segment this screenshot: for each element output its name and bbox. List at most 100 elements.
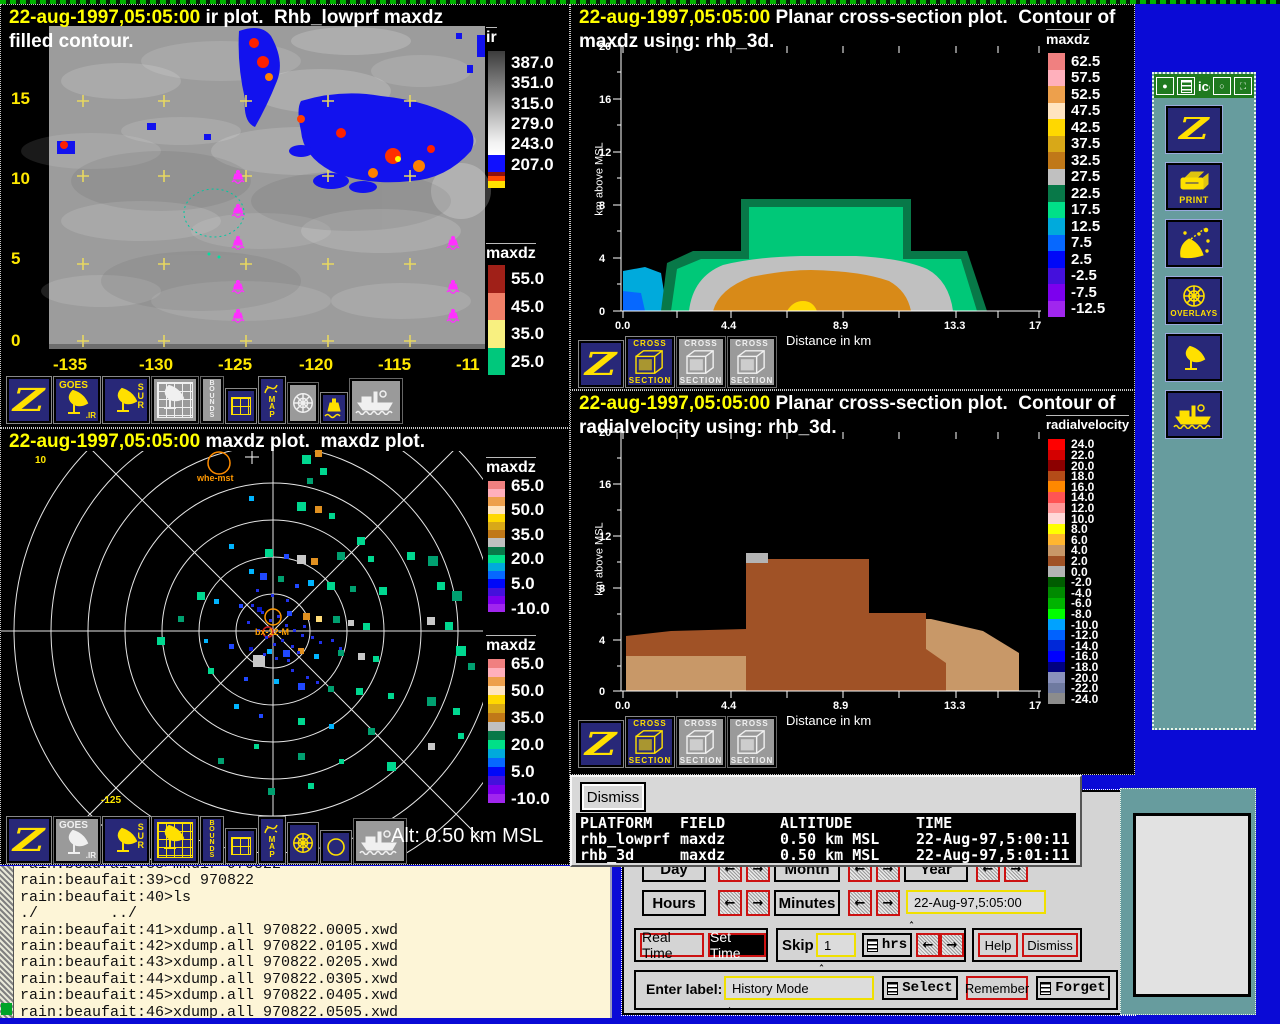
ir-maxdz-colorbar: maxdz55.045.035.025.0 — [484, 243, 570, 383]
hours-forward-button[interactable] — [746, 890, 770, 916]
toolbar-button-goes-goes[interactable]: GOES.IR — [54, 817, 100, 863]
toolbar-button-xsec-cross[interactable]: CROSSSECTION — [677, 717, 725, 767]
maxdz-cross-section-window: 22-aug-1997,05:05:00 Planar cross-sectio… — [570, 4, 1135, 390]
ir-window-toolbar: ZGOES.IRSUR BOUNDS MAP — [7, 377, 402, 423]
icon-button-print[interactable]: PRINT — [1166, 163, 1222, 210]
toolbar-button-zeb[interactable]: Z — [7, 817, 51, 863]
ir-colorbar: ir387.0351.0315.0279.0243.0207.0 — [484, 27, 570, 207]
remember-button[interactable]: Remember — [966, 976, 1028, 1000]
icon-toolbar-window: ● icon ○ ⛶ Z PRINT OVERLAYS — [1152, 72, 1256, 730]
axis-tick-label: 8.9 — [833, 700, 848, 712]
window-maximize-icon[interactable]: ⛶ — [1234, 77, 1252, 95]
icon-button-satellite[interactable] — [1166, 220, 1222, 267]
toolbar-button-sur-sur[interactable]: SUR — [103, 817, 149, 863]
skip-units-menu[interactable]: hrs — [862, 933, 912, 957]
axis-tick-label: 12 — [599, 531, 611, 543]
axis-tick-label: 15 — [11, 89, 30, 109]
axis-tick-label: 17 — [1029, 320, 1041, 332]
terminal-window[interactable]: rain:beaufait:38>mkdir 970822rain:beaufa… — [0, 866, 612, 1018]
axis-tick-label: 20 — [599, 41, 611, 53]
label-input[interactable]: History Mode — [724, 976, 874, 1000]
time-input[interactable]: 22-Aug-97,5:05:00 — [906, 890, 1046, 914]
window-menu-icon[interactable] — [1177, 77, 1195, 95]
toolbar-button-ship[interactable] — [350, 379, 402, 423]
axis-tick-label: -115 — [378, 355, 411, 375]
toolbar-button-xsec-cross[interactable]: CROSSSECTION — [626, 337, 674, 387]
select-menu-button[interactable]: Select — [882, 976, 958, 1000]
terminal-scrollbar[interactable] — [0, 866, 14, 1018]
xsec1-colorbar: maxdz62.557.552.547.542.537.532.527.522.… — [1044, 29, 1135, 329]
axis-tick-label: 16 — [599, 94, 611, 106]
toolbar-button-sur-sur[interactable]: SUR — [103, 377, 149, 423]
toolbar-button-grid[interactable] — [226, 389, 256, 423]
ir-plot-window: 22-aug-1997,05:05:00 ir plot. Rhb_lowprf… — [0, 4, 570, 428]
background-panel-window — [1120, 788, 1256, 1015]
toolbar-button-grid-dish[interactable] — [152, 377, 198, 423]
skip-forward-button[interactable] — [940, 933, 964, 957]
axis-tick-label: 4 — [599, 635, 605, 647]
toolbar-button-map-map[interactable]: MAP — [259, 377, 285, 423]
toolbar-button-gear[interactable] — [288, 383, 318, 423]
axis-tick-label: 17 — [1029, 700, 1041, 712]
window-iconify-icon[interactable]: ○ — [1213, 77, 1231, 95]
axis-tick-label: -130 — [139, 355, 173, 375]
xsec2-toolbar: ZCROSSSECTIONCROSSSECTIONCROSSSECTION — [579, 717, 776, 767]
axis-tick-label: 4 — [599, 253, 605, 265]
ppi-maxdz-colorbar-2: maxdz65.050.035.020.05.0-10.0 — [484, 635, 570, 825]
icon-button-radar-dish[interactable] — [1166, 334, 1222, 381]
axis-tick-label: -120 — [299, 355, 333, 375]
dismiss-button[interactable]: Dismiss — [580, 782, 646, 812]
axis-tick-label: 4.4 — [721, 320, 736, 332]
toolbar-button-zeb[interactable]: Z — [579, 721, 623, 767]
xsec2-colorbar: radialvelocity24.022.020.018.016.014.012… — [1044, 415, 1135, 715]
skip-back-button[interactable] — [916, 933, 940, 957]
platform-table-row: rhb_3dmaxdz0.50 km MSL22-Aug-97,5:01:11 — [580, 847, 1076, 863]
toolbar-button-goes-goes[interactable]: GOES.IR — [54, 377, 100, 423]
real-time-button[interactable]: Real Time — [640, 933, 704, 957]
toolbar-button-grid[interactable] — [226, 829, 256, 863]
icon-button-ship[interactable] — [1166, 391, 1222, 438]
toolbar-button-buoy[interactable] — [321, 393, 347, 423]
dismiss-button[interactable]: Dismiss — [1022, 933, 1078, 957]
plot-timestamp: 22-aug-1997,05:05:00 — [579, 7, 770, 28]
toolbar-button-gear[interactable] — [288, 823, 318, 863]
toolbar-button-map-map[interactable]: MAP — [259, 817, 285, 863]
icon-window-title: icon — [1198, 79, 1210, 94]
axis-tick-label: 5 — [11, 249, 20, 269]
toolbar-button-xsec-cross[interactable]: CROSSSECTION — [728, 717, 776, 767]
icon-button-zeb[interactable]: Z — [1166, 106, 1222, 153]
minutes-button[interactable]: Minutes — [774, 890, 840, 916]
axis-tick-label: 0 — [599, 306, 605, 318]
minutes-forward-button[interactable] — [876, 890, 900, 916]
axis-tick-label: 16 — [599, 479, 611, 491]
toolbar-button-circle[interactable] — [321, 831, 351, 863]
forget-menu-button[interactable]: Forget — [1036, 976, 1110, 1000]
plot-timestamp: 22-aug-1997,05:05:00 — [9, 7, 200, 28]
radialvelocity-cross-section-window: 22-aug-1997,05:05:00 Planar cross-sectio… — [570, 390, 1135, 775]
toolbar-button-xsec-cross[interactable]: CROSSSECTION — [677, 337, 725, 387]
toolbar-button-xsec-cross[interactable]: CROSSSECTION — [728, 337, 776, 387]
axis-tick-label: 10 — [11, 169, 30, 189]
toolbar-button-xsec-cross[interactable]: CROSSSECTION — [626, 717, 674, 767]
toolbar-button-bounds-bounds[interactable]: BOUNDS — [201, 817, 223, 863]
minutes-back-button[interactable] — [848, 890, 872, 916]
altitude-label: Alt: 0.50 km MSL — [391, 825, 543, 848]
set-time-button[interactable]: Set Time — [708, 933, 766, 957]
toolbar-button-zeb[interactable]: Z — [7, 377, 51, 423]
xsec1-title: 22-aug-1997,05:05:00 Planar cross-sectio… — [579, 7, 1115, 29]
skip-input[interactable]: 1 — [816, 933, 856, 957]
icon-window-titlebar[interactable]: ● icon ○ ⛶ — [1154, 74, 1254, 98]
help-button[interactable]: Help — [978, 933, 1018, 957]
toolbar-button-grid-dish[interactable] — [152, 817, 198, 863]
icon-button-overlays[interactable]: OVERLAYS — [1166, 277, 1222, 324]
toolbar-button-zeb[interactable]: Z — [579, 341, 623, 387]
hours-back-button[interactable] — [718, 890, 742, 916]
platform-table-header: PLATFORMFIELDALTITUDETIME — [580, 815, 1076, 831]
ppi-maxdz-colorbar-1: maxdz65.050.035.020.05.0-10.0 — [484, 457, 570, 627]
hours-button[interactable]: Hours — [642, 890, 706, 916]
axis-tick-label: 0 — [599, 686, 605, 698]
toolbar-button-bounds-bounds[interactable]: BOUNDS — [201, 377, 223, 423]
enter-label-label: Enter label: — [646, 981, 722, 997]
platform-info-popup: Dismiss PLATFORMFIELDALTITUDETIMErhb_low… — [570, 775, 1082, 867]
window-menu-circle-icon[interactable]: ● — [1156, 77, 1174, 95]
